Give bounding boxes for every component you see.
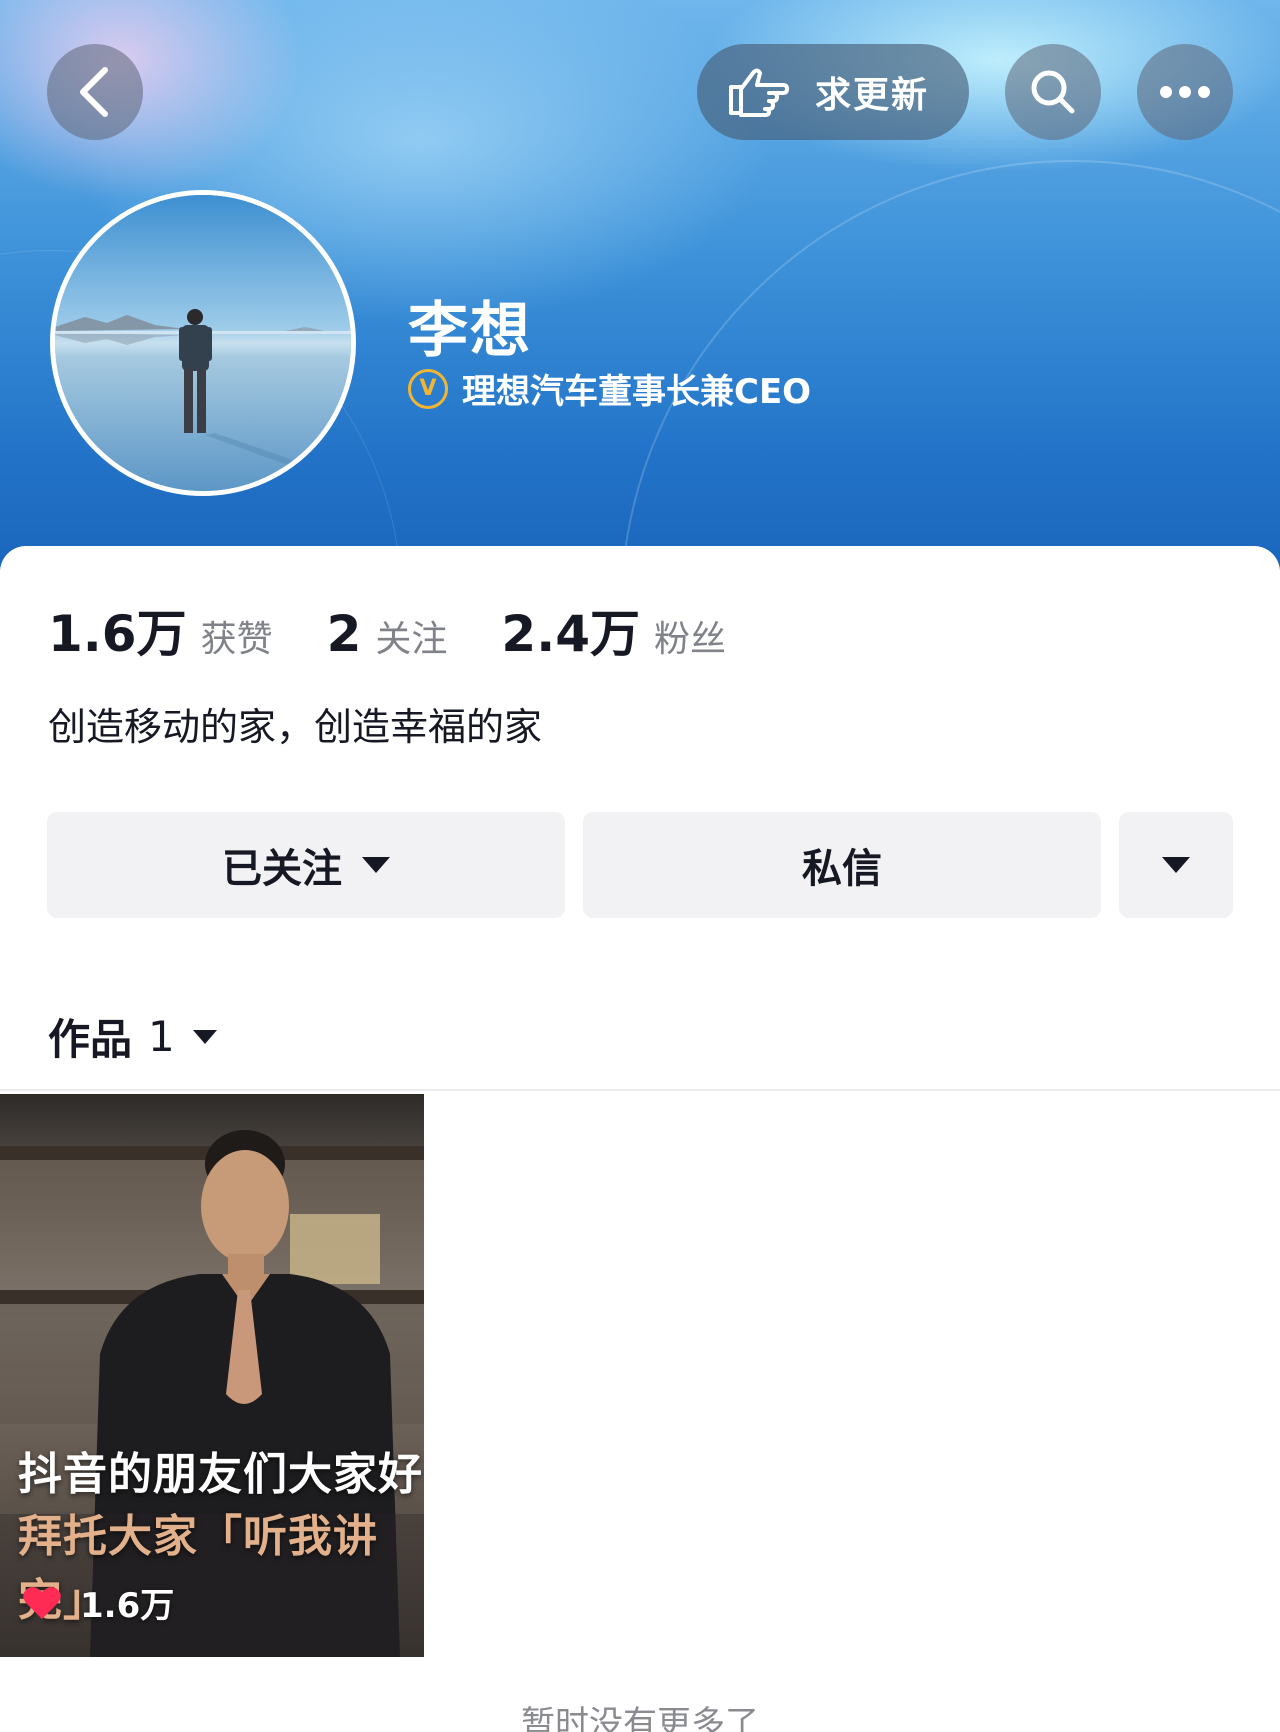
request-update-button[interactable]: 求更新 bbox=[697, 44, 969, 140]
works-tab-label: 作品 bbox=[48, 1015, 133, 1064]
video-likes: 1.6万 bbox=[22, 1578, 174, 1627]
video-like-count: 1.6万 bbox=[80, 1586, 175, 1626]
back-button[interactable] bbox=[47, 44, 143, 140]
stat-following[interactable]: 2 关注 bbox=[327, 605, 448, 663]
more-dots-icon bbox=[1160, 86, 1210, 98]
caret-down-icon bbox=[1162, 857, 1190, 873]
profile-page: 求更新 李想 V 理想汽车董事长兼CEO 1.6万 获赞 2 关注 2.4万 粉… bbox=[0, 0, 1280, 1732]
request-update-label: 求更新 bbox=[815, 75, 930, 116]
tab-works[interactable]: 作品 1 bbox=[48, 1006, 217, 1067]
stat-label: 关注 bbox=[375, 619, 448, 660]
caret-down-icon bbox=[192, 1029, 217, 1044]
profile-banner: 求更新 李想 V 理想汽车董事长兼CEO bbox=[0, 0, 1280, 1064]
chevron-left-icon bbox=[80, 67, 108, 117]
stat-likes[interactable]: 1.6万 获赞 bbox=[48, 594, 273, 666]
stat-followers[interactable]: 2.4万 粉丝 bbox=[501, 594, 726, 666]
message-button[interactable]: 私信 bbox=[583, 812, 1101, 918]
expand-recommendations-button[interactable] bbox=[1119, 812, 1233, 918]
search-icon bbox=[1031, 70, 1075, 114]
stat-label: 获赞 bbox=[200, 619, 273, 660]
stat-value: 2 bbox=[326, 605, 362, 663]
stat-label: 粉丝 bbox=[653, 619, 726, 660]
action-buttons: 已关注 私信 bbox=[47, 812, 1233, 918]
followed-button[interactable]: 已关注 bbox=[47, 812, 565, 918]
pointing-hand-icon bbox=[727, 65, 789, 119]
stat-value: 2.4万 bbox=[501, 605, 640, 663]
stat-value: 1.6万 bbox=[48, 605, 187, 663]
verified-badge-icon: V bbox=[408, 368, 448, 409]
video-caption-line1: 抖音的朋友们大家好 bbox=[18, 1449, 423, 1500]
more-options-button[interactable] bbox=[1137, 44, 1233, 140]
profile-body: 1.6万 获赞 2 关注 2.4万 粉丝 创造移动的家，创造幸福的家 已关注 私… bbox=[0, 546, 1280, 1732]
profile-stats: 1.6万 获赞 2 关注 2.4万 粉丝 bbox=[48, 594, 780, 666]
profile-bio: 创造移动的家，创造幸福的家 bbox=[48, 705, 543, 749]
avatar-photo bbox=[55, 195, 351, 491]
followed-label: 已关注 bbox=[222, 846, 342, 892]
works-count: 1 bbox=[148, 1012, 175, 1061]
divider bbox=[0, 1089, 1280, 1091]
caret-down-icon bbox=[362, 857, 390, 873]
heart-icon bbox=[23, 1586, 61, 1619]
verification-text: 理想汽车董事长兼CEO bbox=[462, 372, 812, 412]
avatar[interactable] bbox=[50, 190, 356, 496]
end-of-list-text: 暂时没有更多了 bbox=[521, 1704, 759, 1732]
message-label: 私信 bbox=[802, 846, 882, 892]
video-thumbnail[interactable]: 抖音的朋友们大家好 拜托大家「听我讲完」 1.6万 bbox=[0, 1094, 424, 1657]
search-button[interactable] bbox=[1005, 44, 1101, 140]
verification-info: V 理想汽车董事长兼CEO bbox=[408, 364, 811, 413]
profile-name: 李想 bbox=[408, 296, 532, 366]
